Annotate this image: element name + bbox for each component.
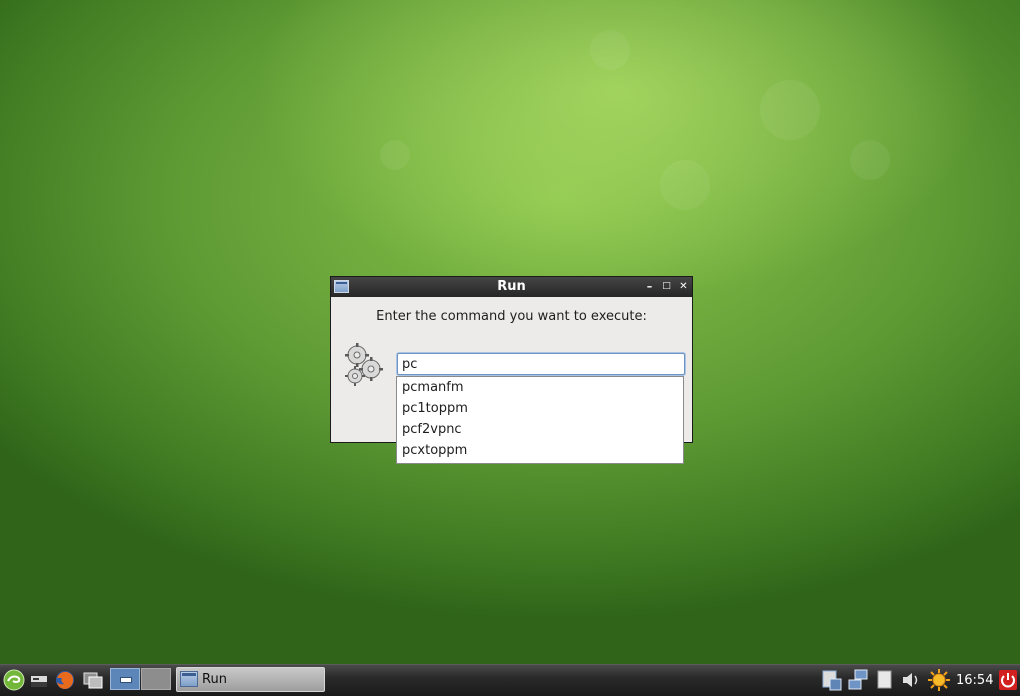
network-icon[interactable]	[847, 668, 871, 692]
desktop-1[interactable]	[110, 668, 140, 690]
prompt-label: Enter the command you want to execute:	[376, 309, 647, 324]
clipboard-icon[interactable]	[820, 668, 844, 692]
firefox-icon[interactable]	[54, 668, 76, 692]
gears-icon	[345, 343, 383, 386]
desktop-2[interactable]	[141, 668, 171, 690]
volume-icon[interactable]	[899, 668, 923, 692]
pager-window-thumb	[120, 677, 132, 683]
distro-menu-icon[interactable]	[3, 668, 25, 692]
windows-icon[interactable]	[82, 668, 104, 692]
window-icon	[180, 671, 198, 687]
minimize-button[interactable]: –	[643, 280, 656, 293]
clock[interactable]: 16:54	[956, 673, 993, 688]
close-button[interactable]: ✕	[677, 280, 690, 293]
completion-item[interactable]: pc1toppm	[397, 398, 683, 419]
completion-item[interactable]: pcf2vpnc	[397, 419, 683, 440]
maximize-button[interactable]: □	[660, 280, 673, 293]
power-icon[interactable]	[998, 668, 1018, 692]
title-bar[interactable]: Run – □ ✕	[331, 277, 692, 297]
notes-icon[interactable]	[875, 668, 895, 692]
bokeh-spot	[850, 140, 890, 180]
bokeh-spot	[660, 160, 710, 210]
bokeh-spot	[380, 140, 410, 170]
bokeh-spot	[760, 80, 820, 140]
completion-item[interactable]: pcmanfm	[397, 377, 683, 398]
completion-list: pcmanfm pc1toppm pcf2vpnc pcxtoppm	[396, 376, 684, 464]
task-button-label: Run	[202, 672, 227, 687]
bokeh-spot	[590, 30, 630, 70]
taskbar: Run 16:54	[0, 664, 1020, 696]
weather-sun-icon[interactable]	[927, 668, 951, 692]
terminal-icon[interactable]	[29, 668, 49, 692]
completion-item[interactable]: pcxtoppm	[397, 440, 683, 461]
task-button-run[interactable]: Run	[176, 667, 325, 692]
window-title: Run	[497, 279, 526, 294]
command-input[interactable]	[397, 353, 685, 375]
